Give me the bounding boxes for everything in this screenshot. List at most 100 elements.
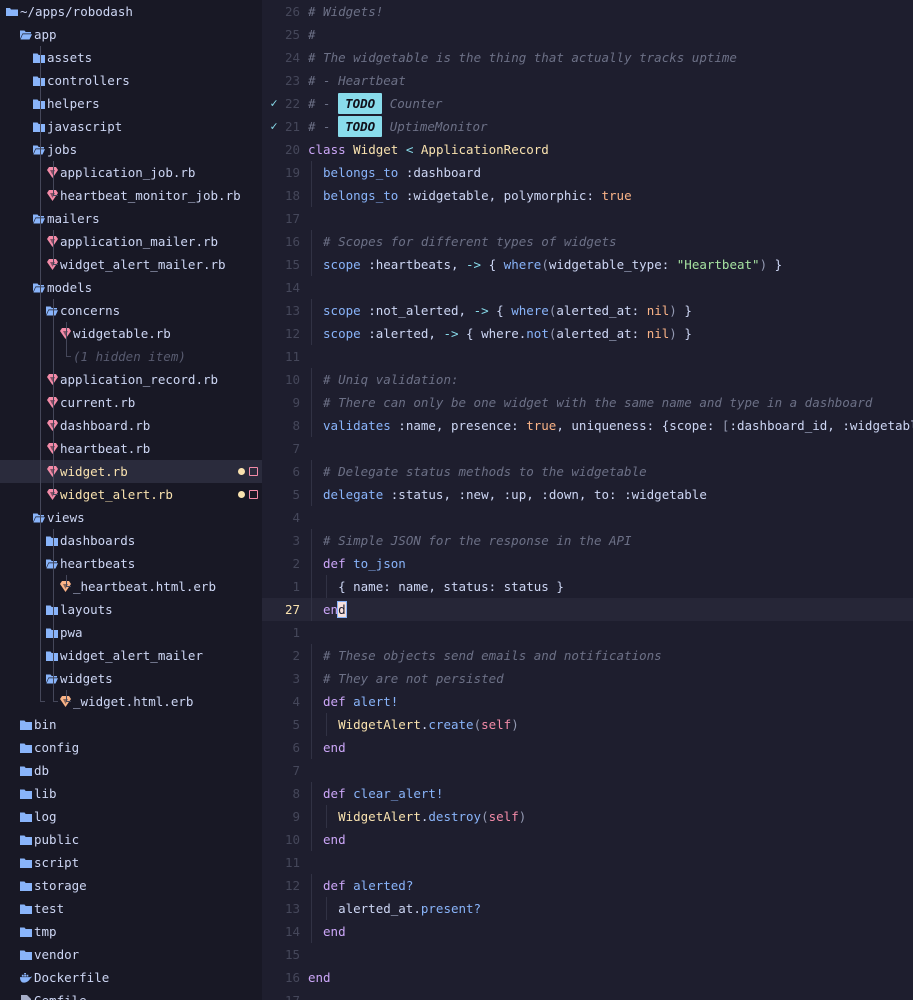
- line-number: 5: [292, 487, 300, 502]
- code-line[interactable]: 17: [262, 989, 913, 1000]
- tree-file[interactable]: Dockerfile: [0, 966, 262, 989]
- code-line[interactable]: 13 scope :not_alerted, -> { where(alerted…: [262, 299, 913, 322]
- code-line[interactable]: 14 end: [262, 920, 913, 943]
- folder-open-icon: [46, 299, 58, 322]
- code-editor[interactable]: 26 # Widgets! 25 #24 # The widgetable is the…: [262, 0, 913, 1000]
- code-line[interactable]: 14: [262, 276, 913, 299]
- tree-folder[interactable]: vendor: [0, 943, 262, 966]
- code-line[interactable]: 15: [262, 943, 913, 966]
- code-line[interactable]: 10 end: [262, 828, 913, 851]
- code-line[interactable]: 19 belongs_to :dashboard: [262, 161, 913, 184]
- text-cursor: d: [337, 601, 347, 618]
- tree-folder[interactable]: bin: [0, 713, 262, 736]
- code-line[interactable]: 3 # They are not persisted: [262, 667, 913, 690]
- line-number: 10: [284, 832, 300, 847]
- code-line[interactable]: 2 # These objects send emails and notific…: [262, 644, 913, 667]
- code-token: def: [323, 878, 354, 893]
- tree-item-label: public: [34, 832, 80, 847]
- code-line[interactable]: 13 alerted_at.present?: [262, 897, 913, 920]
- tree-file[interactable]: Gemfile: [0, 989, 262, 1000]
- tree-item-label: layouts: [60, 602, 113, 617]
- folder-icon: [20, 828, 32, 851]
- tree-item-label: mailers: [47, 211, 100, 226]
- folder-icon: [33, 92, 45, 115]
- tree-indent-guide: [53, 230, 54, 265]
- line-number: 9: [292, 395, 300, 410]
- code-line[interactable]: 3 # Simple JSON for the response in the A…: [262, 529, 913, 552]
- tree-item-label: heartbeat_monitor_job.rb: [60, 188, 241, 203]
- code-text: def alerted?: [323, 874, 413, 897]
- code-token: # Scopes for different types of widgets: [323, 234, 617, 249]
- code-line[interactable]: ✓ 22 # - TODO Counter: [262, 92, 913, 115]
- code-token: true: [526, 418, 557, 433]
- code-token: scope: [323, 257, 361, 272]
- code-line[interactable]: 23 # - Heartbeat: [262, 69, 913, 92]
- code-text: end: [323, 736, 346, 759]
- tree-folder[interactable]: public: [0, 828, 262, 851]
- code-line[interactable]: 20 class Widget < ApplicationRecord: [262, 138, 913, 161]
- code-line[interactable]: 15 scope :heartbeats, -> { where(widgetab…: [262, 253, 913, 276]
- tree-folder[interactable]: log: [0, 805, 262, 828]
- tree-item-label: heartbeat.rb: [60, 441, 151, 456]
- code-line[interactable]: 18 belongs_to :widgetable, polymorphic: t…: [262, 184, 913, 207]
- code-token: #: [308, 27, 316, 42]
- code-text: # Scopes for different types of widgets: [323, 230, 617, 253]
- code-line[interactable]: 16 # Scopes for different types of widget…: [262, 230, 913, 253]
- code-line[interactable]: 1 { name: name, status: status }: [262, 575, 913, 598]
- code-line[interactable]: 4 def alert!: [262, 690, 913, 713]
- code-text: # These objects send emails and notifica…: [323, 644, 662, 667]
- code-line[interactable]: 6 # Delegate status methods to the widget…: [262, 460, 913, 483]
- current-code-line[interactable]: 27 end: [262, 598, 913, 621]
- code-line[interactable]: 10 # Uniq validation:: [262, 368, 913, 391]
- code-line[interactable]: 25 #: [262, 23, 913, 46]
- tree-folder[interactable]: script: [0, 851, 262, 874]
- code-line[interactable]: 5 delegate :status, :new, :up, :down, to:…: [262, 483, 913, 506]
- code-line[interactable]: 1: [262, 621, 913, 644]
- code-line[interactable]: 11: [262, 851, 913, 874]
- code-token: alerted_at:: [556, 303, 647, 318]
- code-line[interactable]: 8 validates :name, presence: true, unique…: [262, 414, 913, 437]
- code-line[interactable]: 2 def to_json: [262, 552, 913, 575]
- code-line[interactable]: 7: [262, 437, 913, 460]
- tree-root[interactable]: ~/apps/robodash: [0, 0, 262, 23]
- tree-folder[interactable]: app: [0, 23, 262, 46]
- code-text: WidgetAlert.create(self): [338, 713, 519, 736]
- code-line[interactable]: 4: [262, 506, 913, 529]
- code-line[interactable]: 26 # Widgets!: [262, 0, 913, 23]
- code-token: # Simple JSON for the response in the AP…: [323, 533, 632, 548]
- folder-icon: [46, 598, 58, 621]
- line-number: 27: [284, 602, 300, 617]
- tree-folder[interactable]: storage: [0, 874, 262, 897]
- tree-folder[interactable]: test: [0, 897, 262, 920]
- folder-open-icon: [20, 23, 32, 46]
- code-line[interactable]: 17: [262, 207, 913, 230]
- code-line[interactable]: ✓ 21 # - TODO UptimeMonitor: [262, 115, 913, 138]
- code-token: ->: [466, 257, 482, 272]
- code-line[interactable]: 24 # The widgetable is the thing that act…: [262, 46, 913, 69]
- tree-folder[interactable]: config: [0, 736, 262, 759]
- tree-folder[interactable]: tmp: [0, 920, 262, 943]
- code-token: <: [398, 142, 421, 157]
- code-line[interactable]: 7: [262, 759, 913, 782]
- code-line[interactable]: 11: [262, 345, 913, 368]
- folder-icon: [20, 943, 32, 966]
- tree-item-label: widget.rb: [60, 464, 128, 479]
- code-line[interactable]: 5 WidgetAlert.create(self): [262, 713, 913, 736]
- folder-icon: [33, 115, 45, 138]
- code-line[interactable]: 9 WidgetAlert.destroy(self): [262, 805, 913, 828]
- code-text: # They are not persisted: [323, 667, 504, 690]
- tree-indent-guide: [53, 264, 58, 265]
- code-line[interactable]: 12 scope :alerted, -> { where.not(alerted…: [262, 322, 913, 345]
- code-line[interactable]: 9 # There can only be one widget with the…: [262, 391, 913, 414]
- tree-item-label: models: [47, 280, 93, 295]
- docker-icon: [20, 966, 32, 989]
- tree-folder[interactable]: lib: [0, 782, 262, 805]
- folder-icon: [33, 46, 45, 69]
- code-line[interactable]: 16 end: [262, 966, 913, 989]
- code-line[interactable]: 6 end: [262, 736, 913, 759]
- code-line[interactable]: 8 def clear_alert!: [262, 782, 913, 805]
- code-line[interactable]: 12 def alerted?: [262, 874, 913, 897]
- tree-folder[interactable]: db: [0, 759, 262, 782]
- indent-guide: [311, 460, 312, 483]
- line-number: 1: [292, 579, 300, 594]
